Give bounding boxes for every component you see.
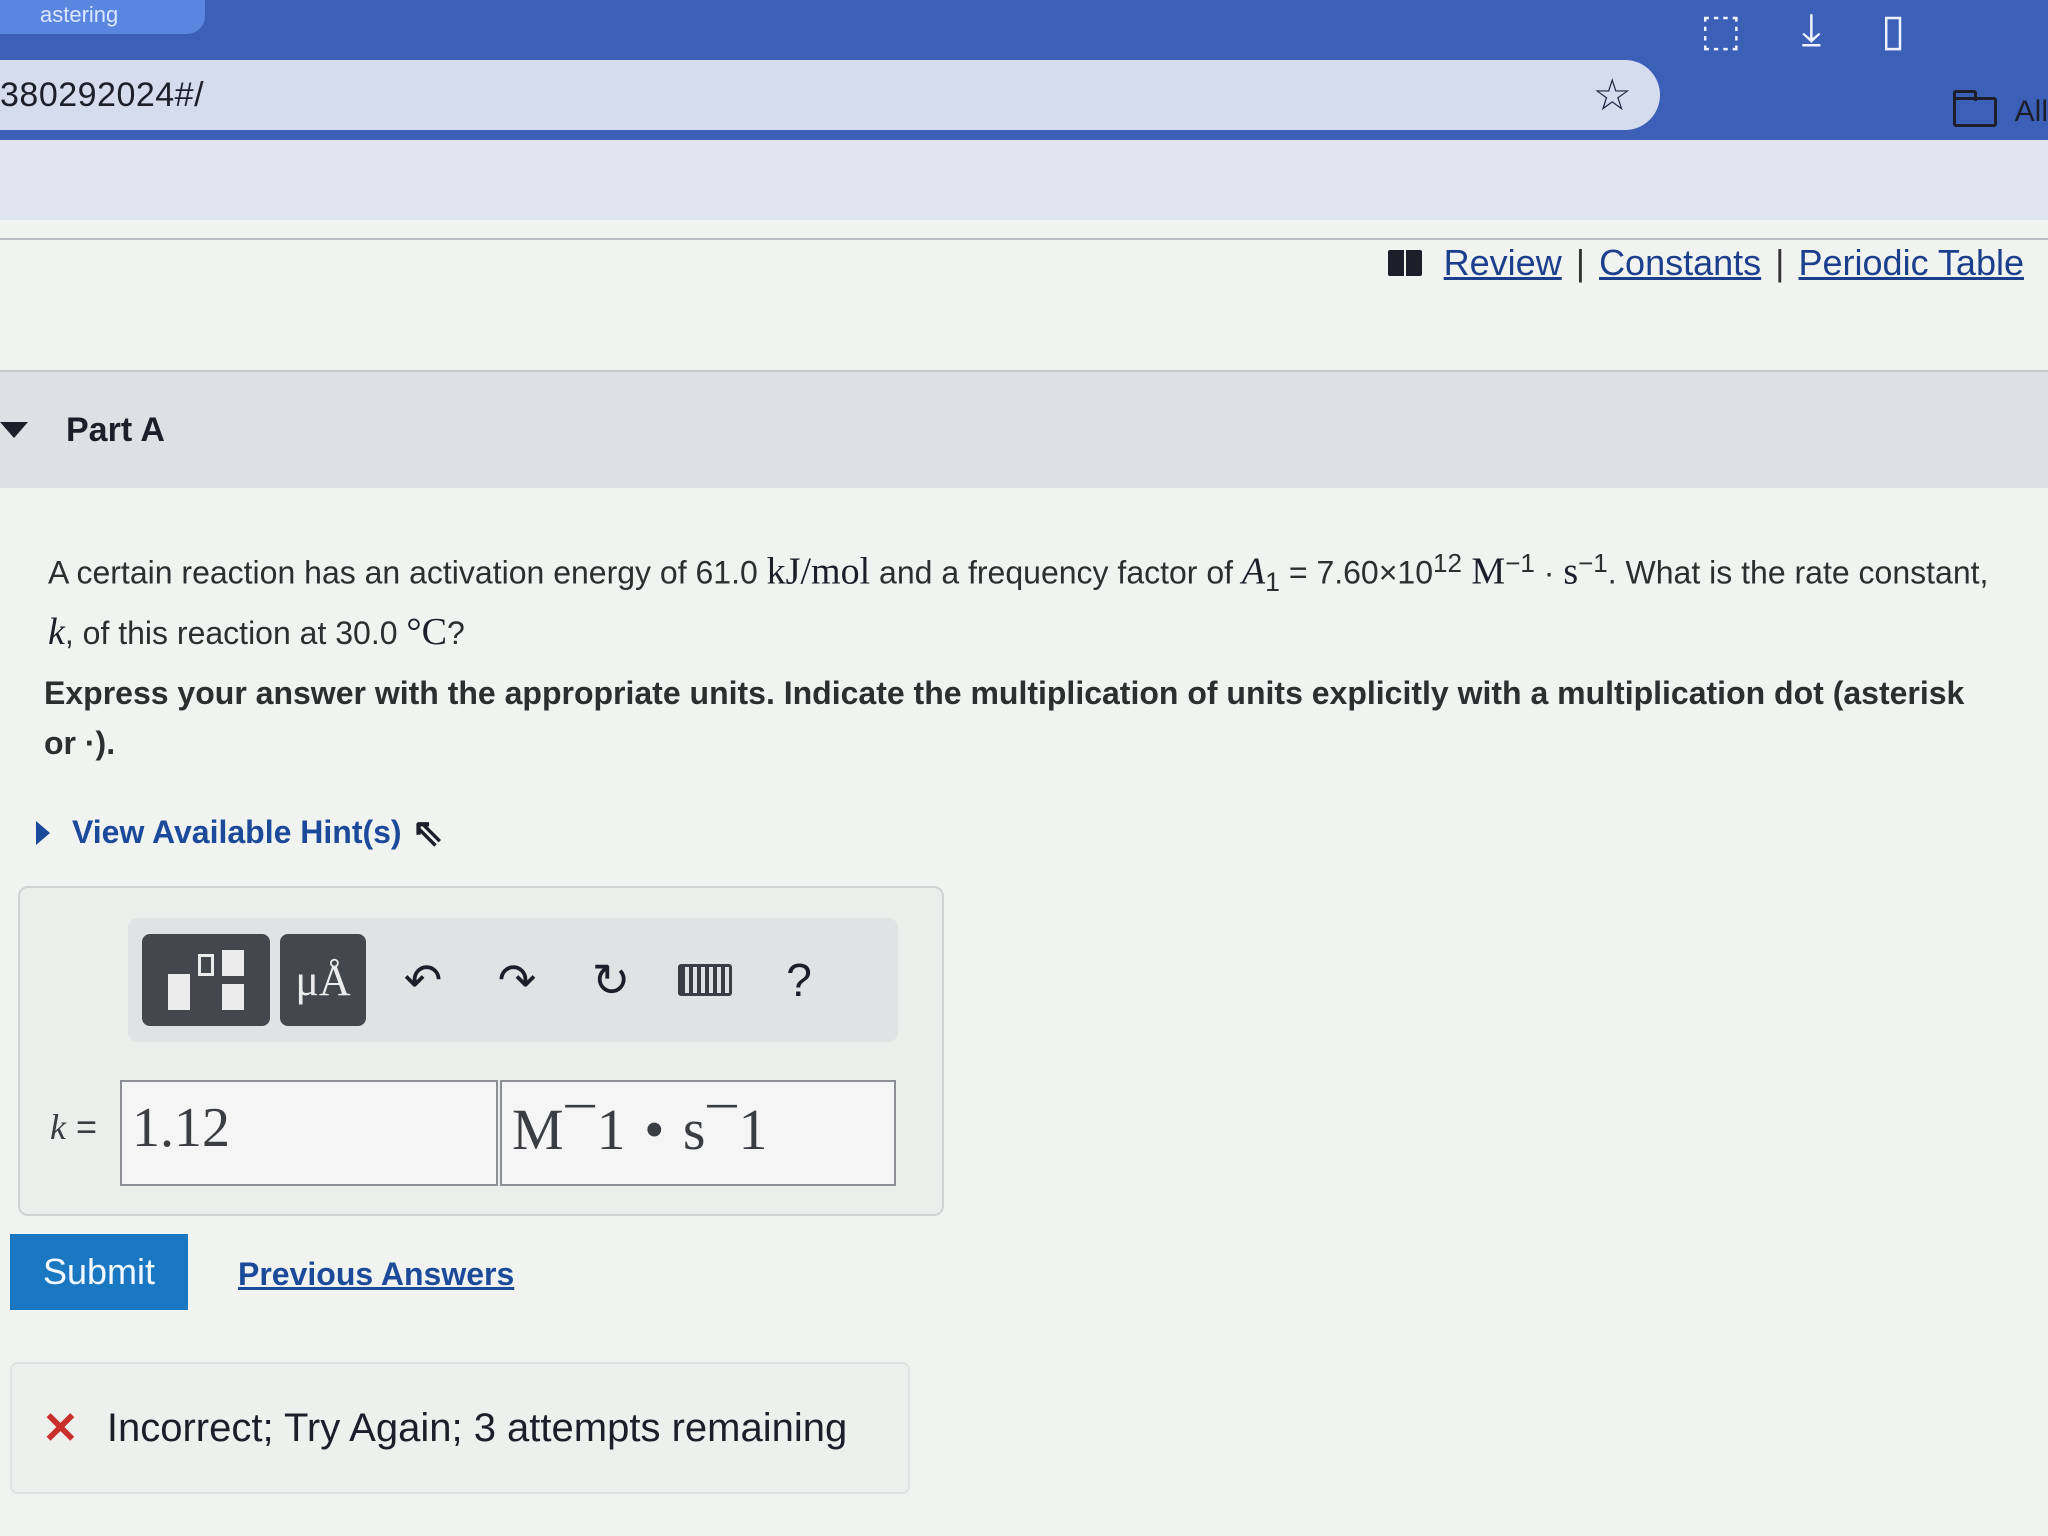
incorrect-x-icon: ✕ [42, 1403, 79, 1453]
address-text: 380292024#/ [0, 75, 205, 114]
browser-chrome: astering ⬚ ⤓ ▯ 380292024#/ ☆ [0, 0, 2048, 140]
units-input[interactable]: M¯1 • s¯1 [500, 1080, 896, 1186]
unit-exponent: −1 [1578, 548, 1608, 578]
redo-icon[interactable]: ↷ [470, 934, 564, 1026]
expand-caret-icon [36, 820, 50, 845]
units-icon: μÅ [295, 955, 351, 1005]
browser-toolbar-icons: ⬚ ⤓ ▯ [1700, 0, 1905, 60]
question-text: A certain reaction has an activation ene… [48, 538, 2008, 658]
link-separator: | [1775, 242, 1785, 283]
resource-links: Review | Constants | Periodic Table [1387, 242, 2024, 284]
answer-label: k = [50, 1106, 97, 1148]
address-bar[interactable]: 380292024#/ ☆ [0, 60, 1660, 130]
feedback-text: Incorrect; Try Again; 3 attempts remaini… [106, 1405, 848, 1450]
book-icon [1387, 250, 1422, 276]
tab-title: astering [40, 2, 119, 27]
page: Review | Constants | Periodic Table Part… [0, 220, 2048, 1536]
unit-exponent: −1 [1505, 548, 1535, 578]
browser-tab[interactable]: astering [0, 0, 205, 34]
bookmarks-bar [0, 140, 2048, 220]
view-hints-label: View Available Hint(s) [72, 814, 402, 850]
templates-icon [168, 950, 244, 1010]
frequency-factor-subscript: 1 [1265, 567, 1280, 598]
submit-button[interactable]: Submit [10, 1234, 188, 1310]
unit-dot: · [1534, 554, 1564, 591]
part-header[interactable]: Part A [0, 370, 2048, 488]
sidebar-icon[interactable]: ▯ [1881, 5, 1905, 56]
part-title: Part A [66, 410, 165, 449]
frequency-factor-symbol: A [1241, 550, 1266, 593]
activation-energy-unit: kJ/mol [766, 550, 871, 593]
bookmark-star-icon[interactable]: ☆ [1593, 70, 1632, 121]
previous-answers-link[interactable]: Previous Answers [238, 1256, 514, 1293]
extension-icon[interactable]: ⬚ [1700, 5, 1742, 56]
all-bookmarks-label: All [2014, 95, 2048, 128]
divider [0, 238, 2048, 240]
question-segment: ? [446, 615, 465, 652]
bookmarks-separator [1900, 92, 1905, 132]
download-icon[interactable]: ⤓ [1802, 5, 1821, 55]
folder-icon [1952, 90, 1997, 127]
question-segment: and a frequency factor of [870, 554, 1242, 591]
all-bookmarks[interactable]: All [1900, 90, 2048, 132]
instructions: Express your answer with the appropriate… [44, 675, 1965, 761]
undo-icon[interactable]: ↶ [376, 934, 470, 1026]
answer-variable: k [50, 1107, 66, 1147]
units-button[interactable]: μÅ [280, 934, 366, 1026]
review-link[interactable]: Review [1444, 242, 1562, 284]
mouse-cursor-icon: ⇖ [411, 812, 444, 854]
keyboard-icon [678, 964, 732, 996]
question-segment: . What is the rate constant, [1607, 554, 1989, 591]
value-input[interactable]: 1.12 [120, 1080, 498, 1186]
help-icon[interactable]: ? [752, 934, 846, 1026]
collapse-caret-icon[interactable] [0, 422, 28, 438]
unit-molarity: M [1461, 550, 1506, 593]
unit-seconds: s [1563, 550, 1579, 593]
question-segment: A certain reaction has an activation ene… [48, 554, 767, 591]
temperature-unit: °C [406, 611, 447, 654]
feedback-box: ✕ Incorrect; Try Again; 3 attempts remai… [10, 1362, 910, 1494]
answer-equals: = [65, 1106, 98, 1147]
constants-link[interactable]: Constants [1599, 242, 1761, 284]
view-hints-toggle[interactable]: View Available Hint(s) ⇖ [36, 810, 443, 855]
templates-button[interactable] [142, 934, 270, 1026]
frequency-factor-exponent: 12 [1433, 548, 1462, 578]
rate-constant-symbol: k [48, 611, 65, 654]
question-segment: , of this reaction at 30.0 [64, 615, 407, 652]
answer-box: μÅ ↶ ↷ ↻ ? k = 1.12 M¯1 • s¯1 [18, 886, 944, 1216]
math-toolbar: μÅ ↶ ↷ ↻ ? [128, 918, 898, 1042]
keyboard-button[interactable] [658, 934, 752, 1026]
periodic-table-link[interactable]: Periodic Table [1799, 242, 2024, 284]
reset-icon[interactable]: ↻ [564, 934, 658, 1026]
link-separator: | [1575, 242, 1586, 283]
frequency-factor-value: = 7.60×10 [1279, 554, 1433, 591]
